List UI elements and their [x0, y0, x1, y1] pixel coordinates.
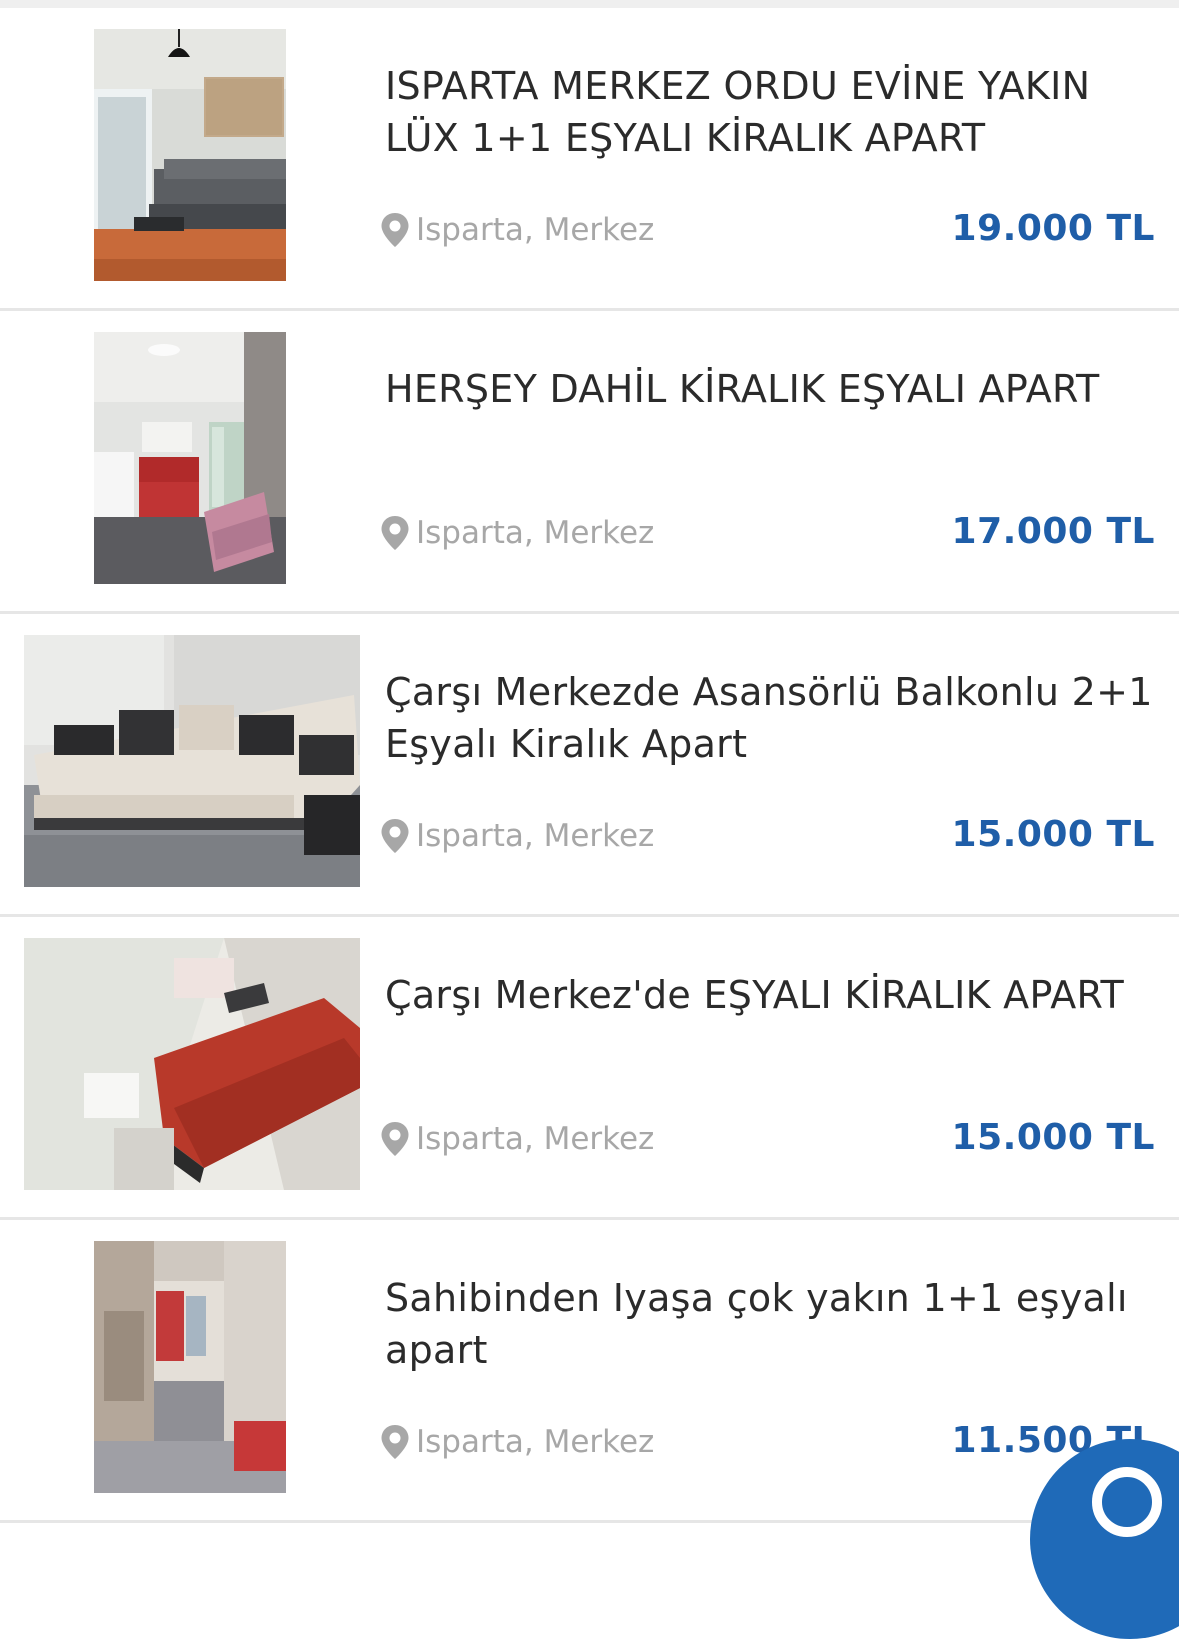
listing-price: 19.000 TL — [951, 208, 1155, 249]
listing-price: 17.000 TL — [951, 511, 1155, 552]
search-icon — [1092, 1467, 1162, 1537]
kitchen-room-photo[interactable] — [94, 332, 286, 584]
listing-item[interactable]: Çarşı Merkezde Asansörlü Balkonlu 2+1 Eş… — [0, 614, 1179, 917]
location-text: Isparta, Merkez — [416, 1121, 655, 1157]
listing-location: Isparta, Merkez — [380, 1121, 654, 1157]
location-text: Isparta, Merkez — [416, 515, 655, 551]
top-divider — [0, 0, 1179, 8]
listing-location: Isparta, Merkez — [380, 515, 654, 551]
listing-location: Isparta, Merkez — [380, 818, 654, 854]
listing-item[interactable]: Sahibinden Iyaşa çok yakın 1+1 eşyalı ap… — [0, 1220, 1179, 1523]
red-sofa-photo[interactable] — [24, 938, 360, 1190]
listing-price: 15.000 TL — [951, 814, 1155, 855]
listing-item[interactable]: Çarşı Merkez'de EŞYALI KİRALIK APART Isp… — [0, 917, 1179, 1220]
listing-item[interactable]: HERŞEY DAHİL KİRALIK EŞYALI APART Ispart… — [0, 311, 1179, 614]
corridor-room-photo[interactable] — [94, 1241, 286, 1493]
location-pin-icon — [381, 213, 409, 247]
listing-location: Isparta, Merkez — [380, 212, 654, 248]
listing-title[interactable]: ISPARTA MERKEZ ORDU EVİNE YAKIN LÜX 1+1 … — [385, 60, 1155, 164]
listing-price: 15.000 TL — [951, 1117, 1155, 1158]
location-pin-icon — [381, 819, 409, 853]
living-room-photo[interactable] — [94, 29, 286, 281]
location-pin-icon — [381, 1122, 409, 1156]
location-pin-icon — [381, 516, 409, 550]
listing-title[interactable]: Çarşı Merkezde Asansörlü Balkonlu 2+1 Eş… — [385, 666, 1155, 770]
listing-title[interactable]: HERŞEY DAHİL KİRALIK EŞYALI APART — [385, 363, 1155, 415]
corner-sofa-photo[interactable] — [24, 635, 360, 887]
listing-location: Isparta, Merkez — [380, 1424, 654, 1460]
listing-title[interactable]: Sahibinden Iyaşa çok yakın 1+1 eşyalı ap… — [385, 1272, 1155, 1376]
location-text: Isparta, Merkez — [416, 212, 655, 248]
location-text: Isparta, Merkez — [416, 1424, 655, 1460]
listing-item[interactable]: ISPARTA MERKEZ ORDU EVİNE YAKIN LÜX 1+1 … — [0, 8, 1179, 311]
location-text: Isparta, Merkez — [416, 818, 655, 854]
listing-title[interactable]: Çarşı Merkez'de EŞYALI KİRALIK APART — [385, 969, 1155, 1021]
location-pin-icon — [381, 1425, 409, 1459]
